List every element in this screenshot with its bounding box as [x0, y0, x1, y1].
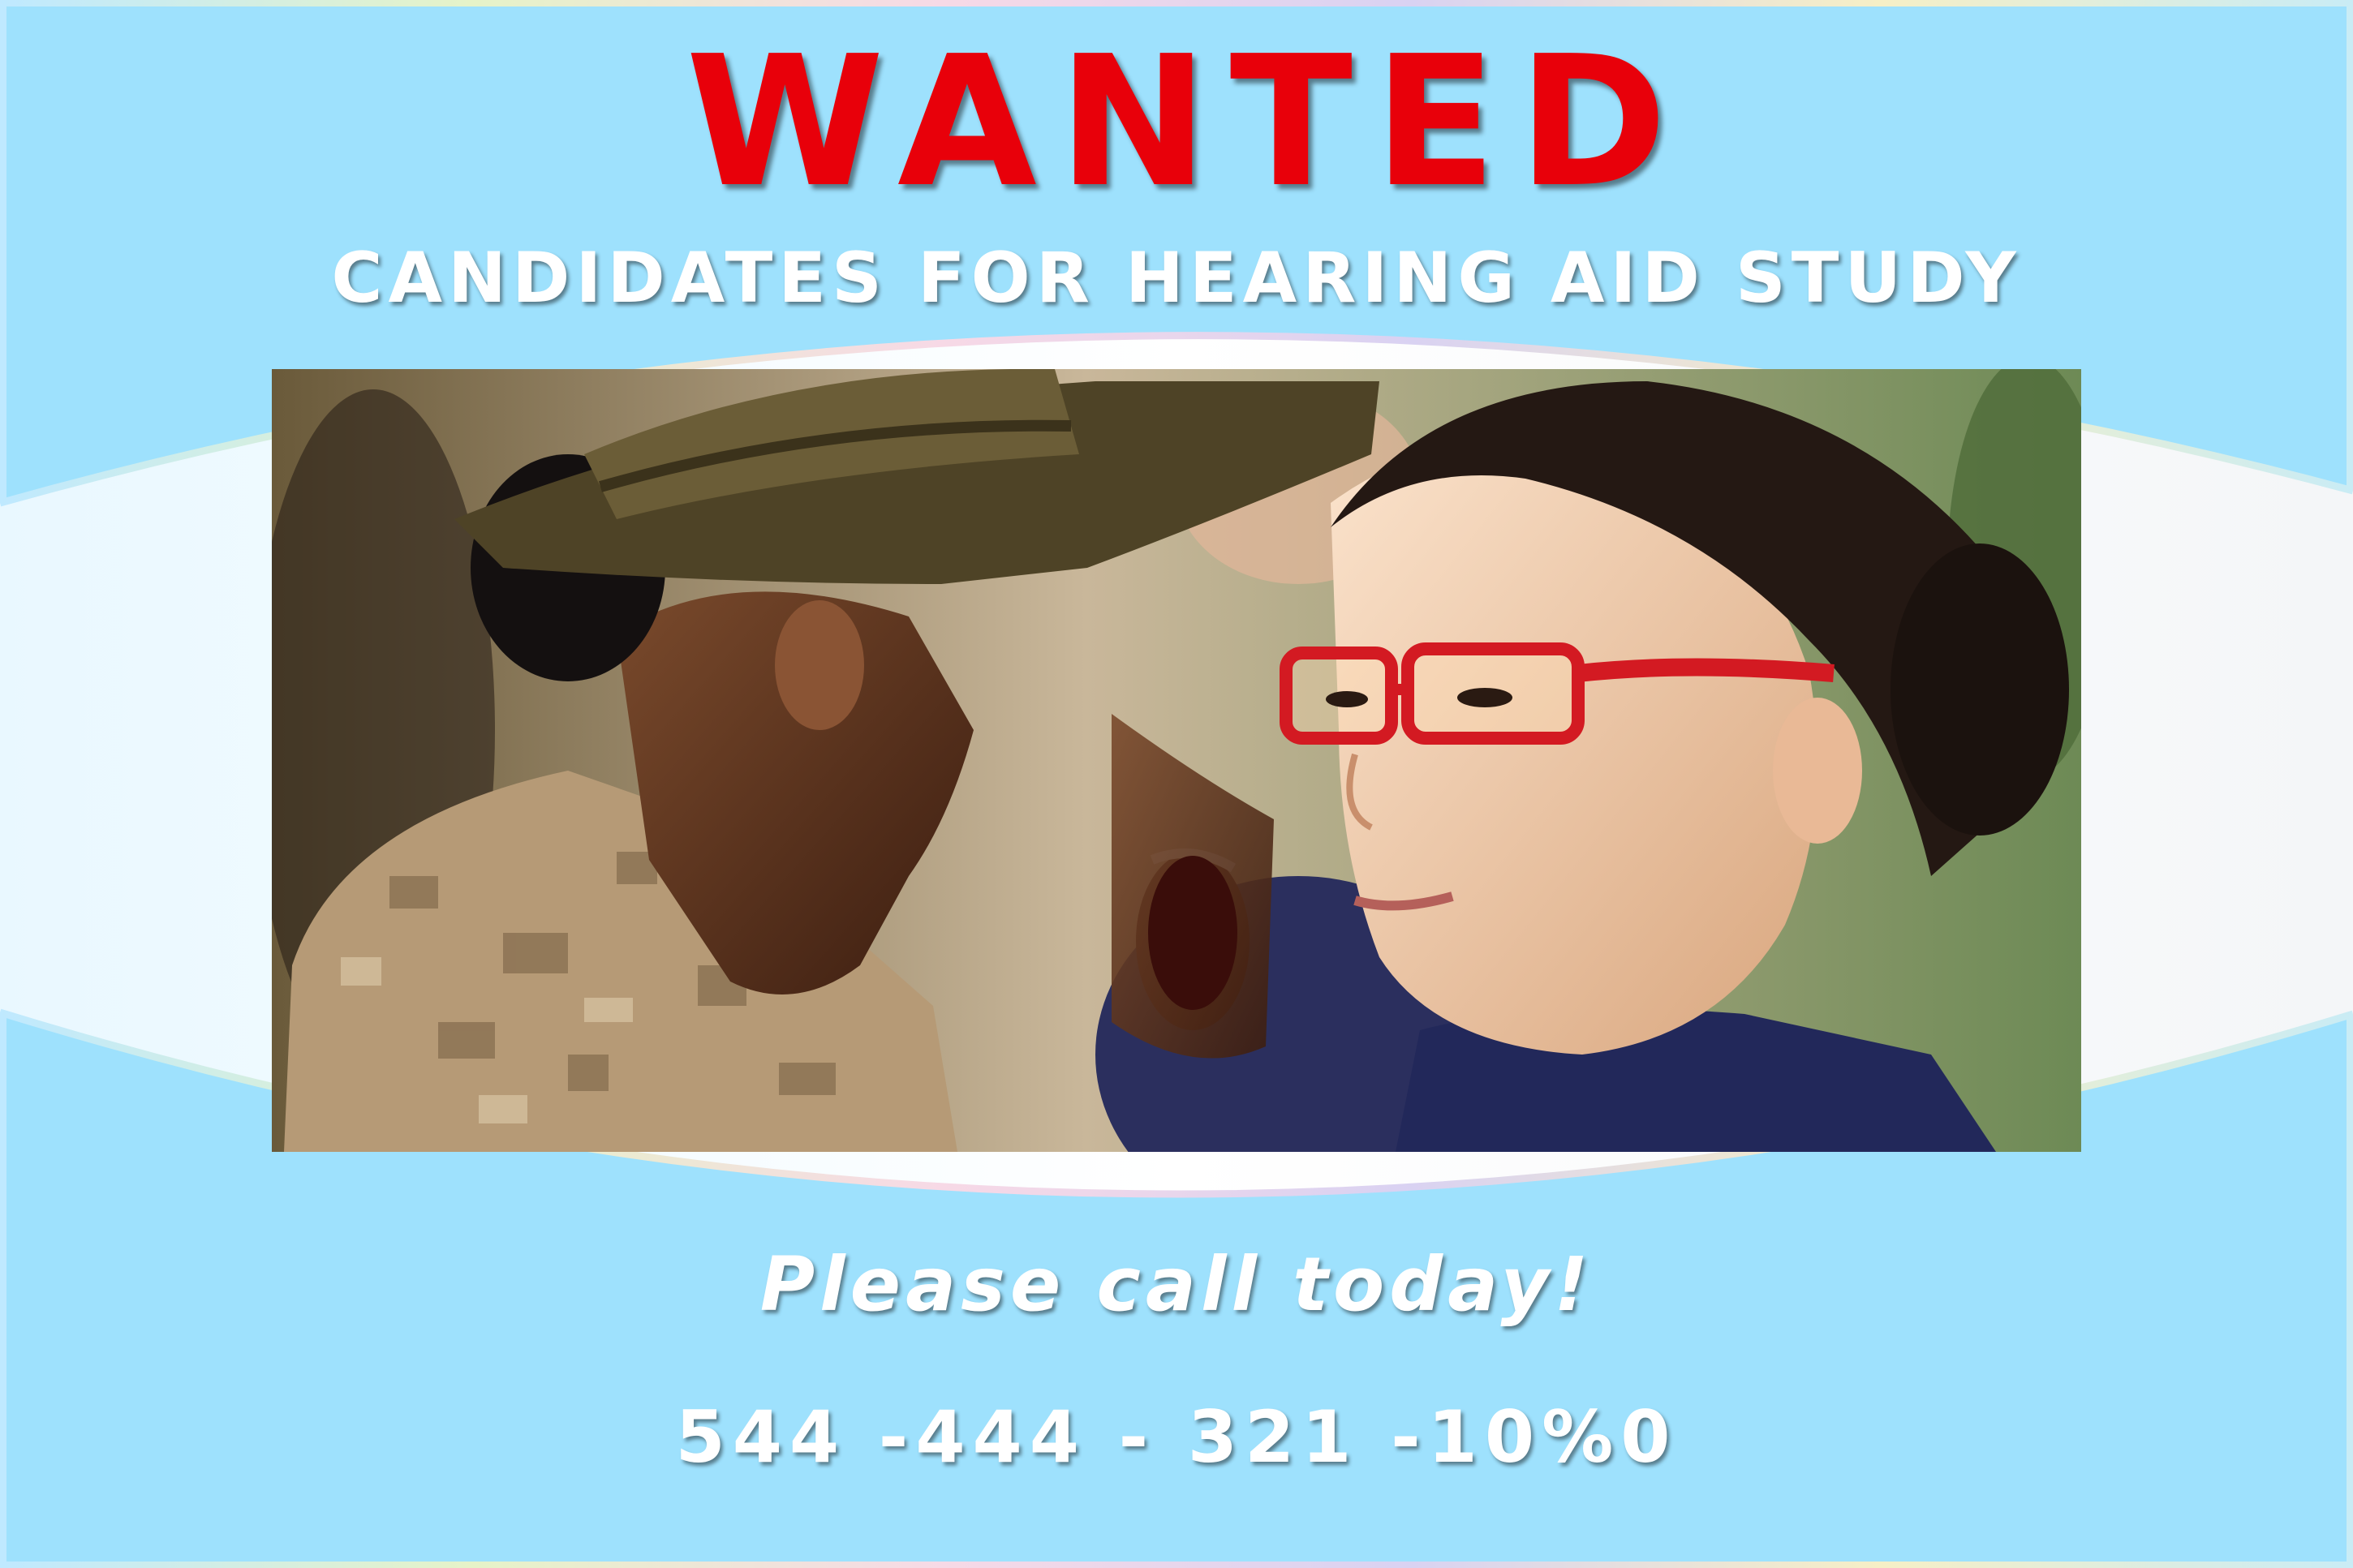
wanted-poster: WANTED CANDIDATES FOR HEARING AID STUDY …: [0, 0, 2353, 1568]
phone-number: 544 -444 - 321 -10%0: [675, 1395, 1678, 1479]
subheadline-study: CANDIDATES FOR HEARING AID STUDY: [331, 238, 2022, 319]
poster-background: [0, 0, 2353, 1568]
call-to-action: Please call today!: [759, 1241, 1594, 1328]
drill-instructor-photo: [272, 369, 2081, 1152]
headline-wanted: WANTED: [686, 18, 1688, 227]
